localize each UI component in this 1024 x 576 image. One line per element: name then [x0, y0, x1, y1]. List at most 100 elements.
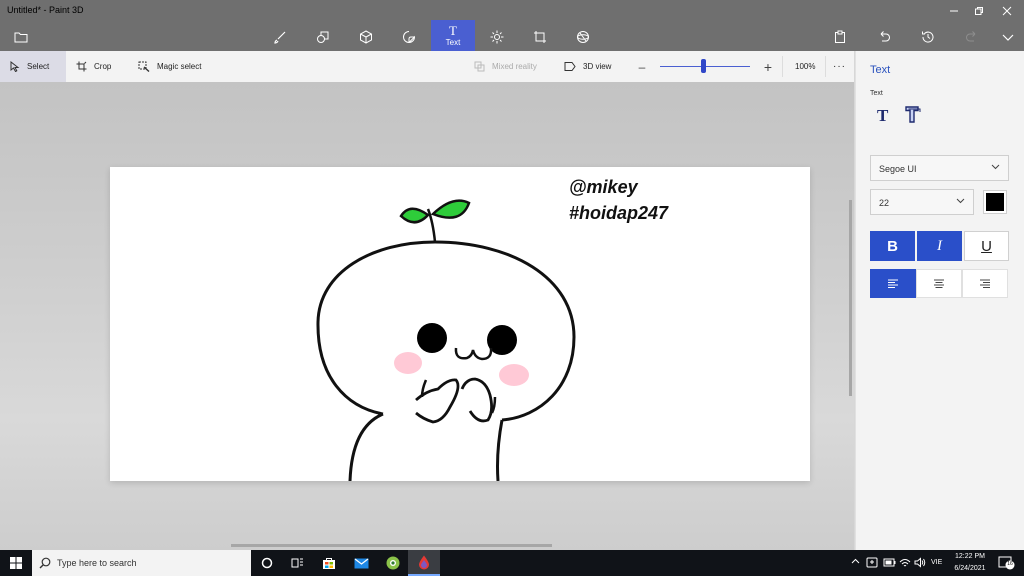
view-3d-label: 3D view	[583, 62, 612, 71]
start-button[interactable]	[0, 550, 32, 576]
redo-button[interactable]	[957, 22, 987, 51]
canvas-text-line-1[interactable]: @mikey	[569, 177, 638, 198]
wifi-icon[interactable]	[899, 557, 911, 568]
select-button[interactable]: Select	[0, 51, 66, 82]
text-2d-icon[interactable]: T	[877, 106, 888, 126]
zoom-in-button[interactable]: +	[762, 51, 774, 82]
paint3d-icon	[419, 555, 429, 569]
clock-date[interactable]: 6/24/2021	[950, 565, 990, 572]
redo-icon	[966, 30, 976, 41]
search-icon	[39, 557, 51, 569]
language-indicator[interactable]: VIE	[931, 559, 942, 566]
view-3d-icon	[564, 62, 576, 71]
effects-icon	[490, 30, 504, 43]
restore-icon	[975, 7, 983, 15]
magic-select-label: Magic select	[157, 62, 202, 71]
chevron-down-icon	[956, 198, 965, 204]
shapes-2d-tool[interactable]	[308, 22, 338, 51]
tray-expand-icon[interactable]	[851, 557, 860, 566]
font-family-dropdown[interactable]: Segoe UI	[870, 155, 1009, 181]
canvas-tool[interactable]	[525, 22, 555, 51]
close-icon	[1002, 6, 1012, 16]
folder-icon	[14, 32, 28, 42]
paste-icon	[835, 30, 845, 43]
effects-tool[interactable]	[482, 22, 512, 51]
volume-icon[interactable]	[914, 557, 926, 568]
cortana-button[interactable]	[251, 550, 283, 576]
brush-icon	[274, 31, 286, 44]
text-tool[interactable]: T Text	[431, 20, 475, 51]
library-3d-tool[interactable]	[568, 22, 598, 51]
paste-button[interactable]	[825, 22, 855, 51]
text-tool-label: Text	[445, 38, 461, 47]
cortana-icon	[261, 557, 273, 569]
underline-button[interactable]: U	[964, 231, 1009, 261]
minus-icon: –	[638, 59, 646, 74]
minimize-icon	[950, 10, 958, 12]
mail-icon	[354, 558, 368, 568]
notification-count: 16	[1007, 561, 1013, 567]
task-view-button[interactable]	[281, 550, 313, 576]
paint3d-app[interactable]	[408, 550, 440, 576]
notification-center-button[interactable]: 16	[997, 556, 1015, 570]
history-button[interactable]	[913, 22, 943, 51]
vertical-scrollbar[interactable]	[849, 200, 852, 396]
zoom-out-button[interactable]: –	[636, 51, 648, 82]
zoom-slider-thumb[interactable]	[701, 59, 707, 73]
align-right-button[interactable]	[962, 269, 1008, 298]
view-3d-button[interactable]: 3D view	[564, 51, 611, 82]
clock-time[interactable]: 12:22 PM	[950, 553, 990, 560]
align-center-button[interactable]	[916, 269, 962, 298]
taskbar-search[interactable]: Type here to search	[32, 550, 251, 576]
store-app[interactable]	[313, 550, 345, 576]
align-left-button[interactable]	[870, 269, 916, 298]
close-button[interactable]	[990, 0, 1024, 22]
mixed-reality-label: Mixed reality	[492, 62, 537, 71]
title-bar	[0, 0, 1024, 22]
select-label: Select	[27, 62, 50, 71]
mixed-reality-button[interactable]: Mixed reality	[474, 51, 537, 82]
window-title: Untitled* - Paint 3D	[7, 5, 84, 15]
more-icon: ···	[833, 61, 846, 72]
browser-icon	[386, 556, 400, 570]
character-drawing	[316, 199, 576, 481]
canvas-text-line-2[interactable]: #hoidap247	[569, 203, 668, 224]
cursor-icon	[10, 61, 20, 72]
horizontal-scrollbar[interactable]	[231, 544, 552, 547]
plus-icon: +	[763, 58, 773, 75]
history-icon	[922, 31, 934, 43]
font-size-value: 22	[879, 198, 890, 208]
crop-icon	[76, 61, 87, 72]
shapes-2d-icon	[317, 31, 329, 43]
undo-button[interactable]	[869, 22, 899, 51]
divider	[782, 56, 783, 77]
crop-label: Crop	[94, 62, 112, 71]
sticker-icon	[403, 30, 416, 43]
mail-app[interactable]	[345, 550, 377, 576]
cube-icon	[360, 29, 372, 44]
divider	[825, 56, 826, 77]
font-size-dropdown[interactable]: 22	[870, 189, 974, 215]
text-color-button[interactable]	[983, 190, 1007, 214]
text-3d-icon[interactable]	[904, 104, 922, 124]
crop-button[interactable]: Crop	[76, 51, 111, 82]
magic-select-button[interactable]: Magic select	[138, 51, 201, 82]
zoom-value[interactable]: 100%	[795, 51, 815, 82]
shapes-3d-tool[interactable]	[351, 22, 381, 51]
drawing-canvas[interactable]: @mikey #hoidap247	[110, 167, 810, 481]
stickers-tool[interactable]	[394, 22, 424, 51]
tray-app-icon[interactable]	[866, 557, 878, 568]
undo-icon	[880, 30, 890, 41]
menu-button[interactable]	[6, 22, 36, 51]
italic-button[interactable]: I	[917, 231, 962, 261]
expand-button[interactable]	[993, 22, 1023, 51]
bold-button[interactable]: B	[870, 231, 915, 261]
toolbar	[0, 51, 854, 83]
more-options-button[interactable]: ···	[833, 51, 846, 82]
mixed-reality-icon	[474, 61, 485, 72]
panel-section-label: Text	[870, 90, 883, 97]
browser-app[interactable]	[377, 550, 409, 576]
battery-icon[interactable]	[883, 557, 896, 568]
expand-icon	[1002, 34, 1014, 41]
brushes-tool[interactable]	[265, 22, 295, 51]
